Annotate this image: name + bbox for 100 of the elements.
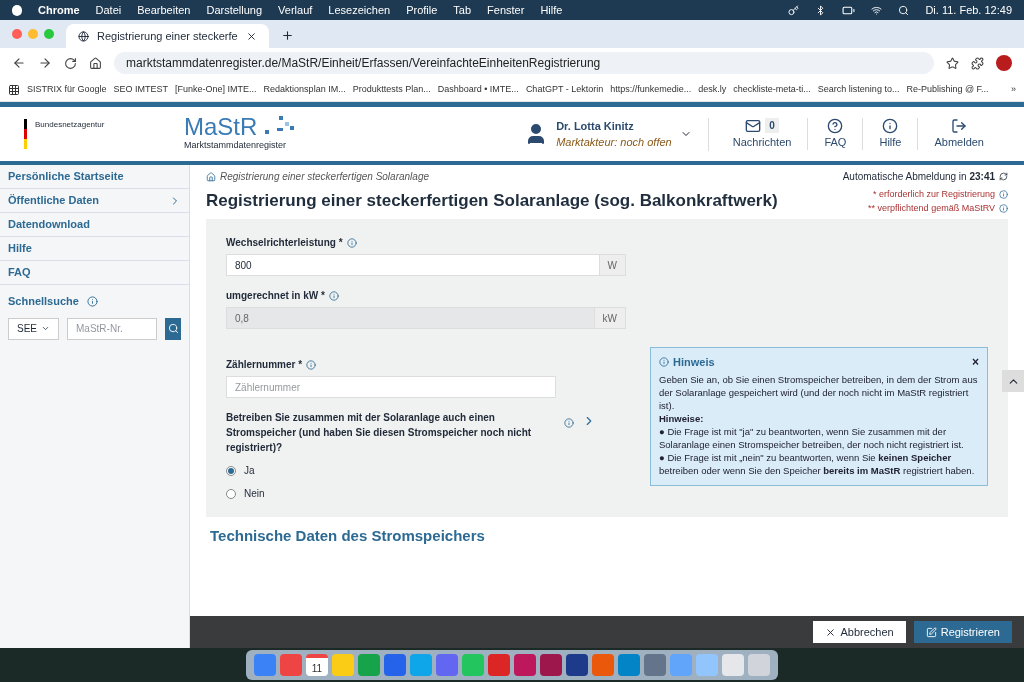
bookmark[interactable]: [Funke-One] IMTE...: [175, 82, 257, 97]
hint-title: Hinweis: [673, 355, 715, 369]
menu-item[interactable]: Profile: [406, 1, 438, 19]
search-button[interactable]: [165, 317, 181, 340]
search-icon[interactable]: [898, 4, 910, 16]
header-nav-link[interactable]: FAQ: [808, 117, 864, 151]
sidebar-item[interactable]: Hilfe: [0, 237, 189, 261]
forward-icon[interactable]: [38, 56, 52, 70]
info-icon[interactable]: [328, 290, 339, 301]
bookmark[interactable]: Search listening to...: [817, 82, 900, 97]
app-menu[interactable]: Chrome: [38, 1, 80, 19]
reload-icon[interactable]: [64, 56, 77, 70]
close-icon[interactable]: [245, 30, 257, 42]
wifi-icon[interactable]: [871, 4, 883, 16]
quicksearch-label: Schnellsuche: [8, 294, 79, 309]
scroll-up-button[interactable]: [1002, 370, 1024, 392]
info-icon[interactable]: [564, 418, 574, 428]
header-nav-link[interactable]: 0 Nachrichten: [716, 117, 809, 151]
bookmark[interactable]: ChatGPT - Lektorin: [525, 82, 604, 97]
radio-button[interactable]: [226, 488, 236, 499]
radio-button[interactable]: [226, 465, 236, 476]
profile-avatar[interactable]: [996, 55, 1012, 71]
unit-label: kW: [594, 307, 626, 329]
info-icon[interactable]: [999, 203, 1008, 213]
field-label: umgerechnet in kW *: [226, 289, 325, 303]
bookmark[interactable]: checkliste-meta-ti...: [733, 82, 811, 97]
info-icon[interactable]: [346, 237, 357, 248]
back-icon[interactable]: [12, 56, 26, 70]
hint-bullet: ● Die Frage ist mit "ja" zu beantworten, wenn Sie zusammen mit der Solaranlage einen Stromspeicher betreiben, der noch nicht registriert ist.: [659, 424, 965, 451]
hint-text: Geben Sie an, ob Sie einen Stromspeicher betreiben, in dem der Strom aus der Solaranlage gespeichert wird (und der noch nicht im MaStR registriert ist).: [659, 372, 979, 412]
radio-label: Ja: [244, 464, 255, 478]
bookmark[interactable]: desk.ly: [698, 82, 727, 97]
tab-title: Registrierung einer steckerfe: [97, 28, 238, 44]
more-bookmarks[interactable]: »: [1011, 82, 1016, 97]
sidebar-item[interactable]: Öffentliche Daten: [0, 189, 189, 213]
cancel-button[interactable]: Abbrechen: [813, 621, 906, 643]
menu-item[interactable]: Bearbeiten: [137, 1, 191, 19]
register-button[interactable]: Registrieren: [913, 621, 1012, 643]
sidebar-item[interactable]: Datendownload: [0, 213, 189, 237]
info-icon[interactable]: [86, 295, 98, 307]
maximize-window-icon[interactable]: [44, 29, 54, 39]
key-icon[interactable]: [788, 4, 800, 16]
auto-logout-text: Automatische Abmeldung in 23:41: [842, 170, 995, 184]
info-icon[interactable]: [999, 190, 1008, 200]
logo-subtitle: Marktstammdatenregister: [184, 139, 288, 153]
app-icon[interactable]: [644, 654, 666, 676]
user-name[interactable]: Dr. Lotta Kinitz: [556, 117, 672, 134]
bookmark[interactable]: Redaktionsplan IM...: [263, 82, 346, 97]
app-icon[interactable]: [488, 654, 510, 676]
bookmark[interactable]: Re-Publishing @ F...: [906, 82, 989, 97]
app-icon[interactable]: [436, 654, 458, 676]
home-icon[interactable]: [89, 56, 102, 70]
logout-icon: [951, 117, 968, 134]
type-select[interactable]: SEE: [8, 317, 59, 340]
extension-icon[interactable]: [971, 56, 984, 70]
bookmark[interactable]: Dashboard • IMTE...: [437, 82, 519, 97]
app-icon[interactable]: [540, 654, 562, 676]
bookmark[interactable]: SISTRIX für Google: [27, 82, 107, 97]
meter-number-field[interactable]: Zählernummer: [226, 376, 556, 398]
new-tab-icon[interactable]: [280, 29, 294, 42]
bookmark[interactable]: SEO IMTEST: [113, 82, 169, 97]
field-label: Wechselrichterleistung *: [226, 236, 343, 250]
header-nav-link[interactable]: Hilfe: [863, 117, 919, 151]
address-bar[interactable]: marktstammdatenregister.de/MaStR/Einheit/Erfassen/VereinfachteEinheitenRegistrierung: [114, 52, 934, 74]
field-label: Zählernummer *: [226, 358, 303, 372]
menu-item[interactable]: Hilfe: [540, 1, 563, 19]
close-button[interactable]: ×: [972, 355, 979, 369]
bookmark[interactable]: https://funkemedie...: [610, 82, 692, 97]
site-logo[interactable]: MaStR: [184, 115, 258, 140]
radio-label: Nein: [244, 487, 265, 501]
legend-text: * erforderlich zur Registrierung: [872, 188, 995, 201]
search-field[interactable]: MaStR-Nr.: [67, 317, 157, 340]
info-icon: [659, 357, 669, 367]
sidebar-item[interactable]: Persönliche Startseite: [0, 165, 189, 189]
agency-name: Bundesnetzagentur: [35, 119, 105, 131]
unit-label: W: [599, 254, 626, 276]
menu-item[interactable]: Verlauf: [278, 1, 313, 19]
app-icon[interactable]: [514, 654, 536, 676]
flag-stripe-icon: [24, 119, 27, 149]
number-field[interactable]: 800: [226, 254, 600, 276]
refresh-icon[interactable]: [999, 172, 1008, 181]
menu-item[interactable]: Tab: [453, 1, 472, 19]
browser-tab[interactable]: Registrierung einer steckerfe: [66, 24, 269, 48]
menu-item[interactable]: Lesezeichen: [328, 1, 391, 19]
app-icon[interactable]: [566, 654, 588, 676]
menu-item[interactable]: Darstellung: [206, 1, 263, 19]
menu-item[interactable]: Datei: [95, 1, 122, 19]
app-icon[interactable]: [384, 654, 406, 676]
header-nav-link[interactable]: Abmelden: [918, 117, 1000, 151]
star-icon[interactable]: [946, 56, 959, 70]
bookmark[interactable]: Produkttests Plan...: [352, 82, 431, 97]
sidebar-item[interactable]: FAQ: [0, 261, 189, 285]
close-icon: [825, 626, 837, 638]
hint-subtitle: Hinweise:: [659, 411, 705, 425]
calendar-app-icon[interactable]: 11: [306, 654, 328, 676]
apps-icon[interactable]: [8, 83, 20, 96]
close-window-icon[interactable]: [12, 29, 22, 39]
info-icon[interactable]: [306, 359, 317, 370]
menu-item[interactable]: Fenster: [487, 1, 525, 19]
breadcrumb: Registrierung einer steckerfertigen Solaranlage: [220, 170, 429, 184]
